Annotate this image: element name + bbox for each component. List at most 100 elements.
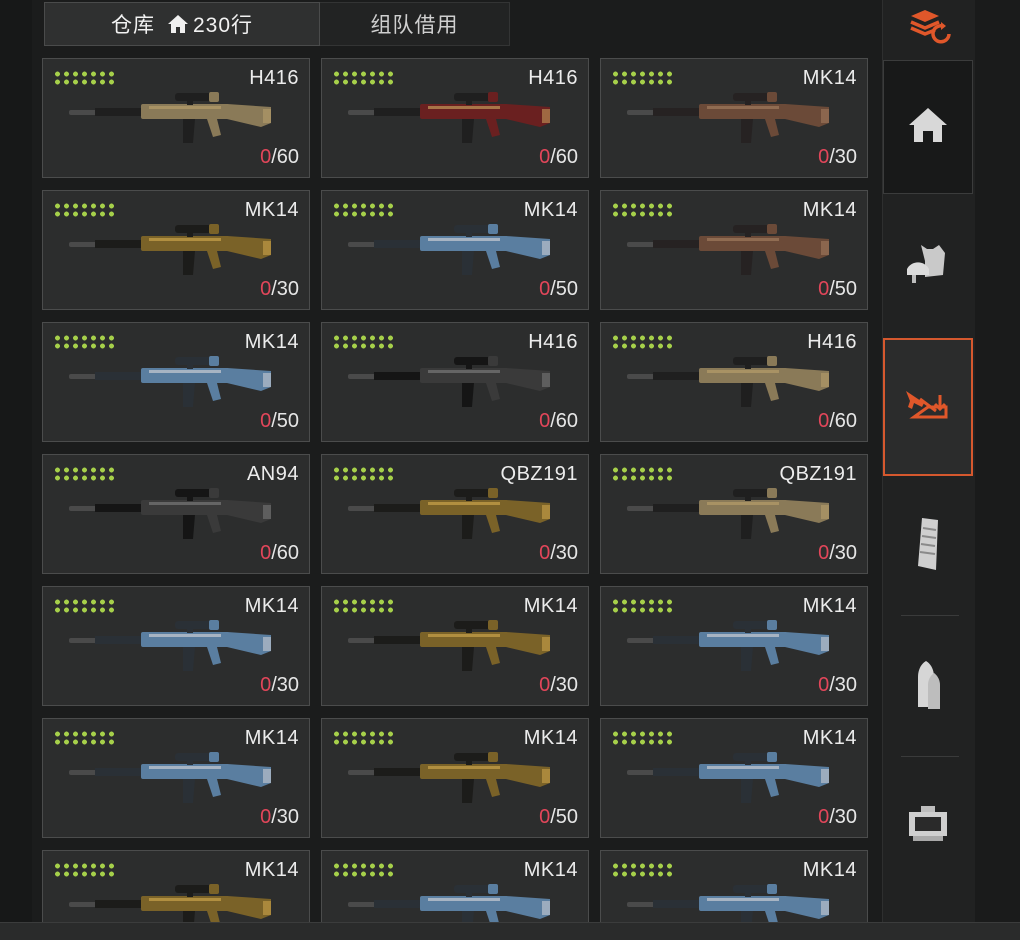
rifle-icon <box>623 483 849 549</box>
rifle-icon <box>623 219 849 285</box>
ammo-max: /30 <box>829 146 857 168</box>
sidebar-item-attachments[interactable] <box>883 760 973 890</box>
weapon-card[interactable]: MK14 0/30 <box>42 190 310 310</box>
tab-team-borrow-label: 组队借用 <box>370 14 459 37</box>
weapon-card[interactable]: MK14 0/30 <box>600 586 868 706</box>
layers-refresh-icon <box>905 7 953 52</box>
weapon-card[interactable]: MK14 0/30 <box>600 58 868 178</box>
ammo-current: 0 <box>539 278 551 300</box>
sidebar-item-magazines[interactable] <box>883 478 973 614</box>
ammo-max: /60 <box>550 410 578 432</box>
ammo-count: 0/50 <box>539 806 578 829</box>
durability-indicator <box>332 334 394 350</box>
rifle-icon <box>344 615 570 681</box>
red-dot-sight-icon <box>903 798 953 853</box>
weapon-card[interactable]: H416 0/60 <box>42 58 310 178</box>
magazine-icon <box>908 514 948 579</box>
ammo-count: 0/50 <box>260 410 299 433</box>
weapon-card[interactable]: H416 0/60 <box>321 322 589 442</box>
durability-indicator <box>611 202 673 218</box>
ammo-current: 0 <box>818 674 830 696</box>
home-icon <box>906 105 950 150</box>
durability-indicator <box>611 730 673 746</box>
ammo-max: /30 <box>829 806 857 828</box>
ammo-max: /30 <box>550 674 578 696</box>
rifle-icon <box>344 483 570 549</box>
tab-team-borrow[interactable]: 组队借用 <box>320 2 510 46</box>
sidebar-item-home[interactable] <box>883 60 973 194</box>
warehouse-tabs: 仓库 230行 组队借用 <box>44 2 510 46</box>
ammo-count: 0/30 <box>818 542 857 565</box>
ammo-current: 0 <box>260 410 272 432</box>
sidebar-item-ammo[interactable] <box>883 620 973 754</box>
rifle-icon <box>65 351 291 417</box>
sort-refresh-button[interactable] <box>883 0 975 58</box>
ammo-max: /50 <box>550 278 578 300</box>
ammo-count: 0/30 <box>818 806 857 829</box>
weapon-card[interactable]: MK14 0/30 <box>42 586 310 706</box>
ammo-current: 0 <box>818 542 830 564</box>
rifle-icon <box>65 483 291 549</box>
ammo-max: /30 <box>829 542 857 564</box>
ammo-max: /50 <box>550 806 578 828</box>
weapon-grid: H416 0/60 H416 0/60 MK14 0/30 MK14 0/30 MK14 0/50… <box>42 58 868 940</box>
rifle-icon <box>65 615 291 681</box>
ammo-count: 0/60 <box>260 146 299 169</box>
rifle-icon <box>65 219 291 285</box>
ammo-count: 0/30 <box>260 278 299 301</box>
rifle-icon <box>623 615 849 681</box>
durability-indicator <box>53 598 115 614</box>
ammo-max: /60 <box>829 410 857 432</box>
weapon-card[interactable]: AN94 0/60 <box>42 454 310 574</box>
ammo-max: /30 <box>271 278 299 300</box>
ammo-max: /30 <box>271 674 299 696</box>
durability-indicator <box>332 70 394 86</box>
weapon-card[interactable]: QBZ191 0/30 <box>321 454 589 574</box>
durability-indicator <box>53 466 115 482</box>
rifle-icon <box>623 747 849 813</box>
sidebar-divider <box>901 615 959 616</box>
warehouse-screen: 仓库 230行 组队借用 H416 0/60 H416 0/60 MK14 0/30 MK1… <box>0 0 1020 940</box>
weapon-card[interactable]: MK14 0/50 <box>321 718 589 838</box>
durability-indicator <box>611 862 673 878</box>
ammo-current: 0 <box>539 410 551 432</box>
ammo-current: 0 <box>260 542 272 564</box>
ammo-count: 0/50 <box>539 278 578 301</box>
tab-warehouse-label: 仓库 <box>110 14 155 37</box>
ammo-current: 0 <box>539 146 551 168</box>
tab-warehouse[interactable]: 仓库 230行 <box>44 2 320 46</box>
ammo-max: /60 <box>271 146 299 168</box>
ammo-count: 0/30 <box>539 542 578 565</box>
durability-indicator <box>53 334 115 350</box>
weapon-card[interactable]: MK14 0/30 <box>600 718 868 838</box>
ammo-count: 0/60 <box>818 410 857 433</box>
weapon-card[interactable]: MK14 0/50 <box>42 322 310 442</box>
weapon-card[interactable]: MK14 0/50 <box>321 190 589 310</box>
rifle-icon <box>344 351 570 417</box>
sidebar-item-armor[interactable] <box>883 196 973 336</box>
weapon-card[interactable]: MK14 0/30 <box>321 586 589 706</box>
sidebar-item-weapons[interactable] <box>883 338 973 476</box>
bullets-icon <box>908 655 948 720</box>
ammo-count: 0/30 <box>818 674 857 697</box>
durability-indicator <box>611 334 673 350</box>
weapon-card[interactable]: QBZ191 0/30 <box>600 454 868 574</box>
ammo-count: 0/30 <box>818 146 857 169</box>
ammo-max: /60 <box>271 542 299 564</box>
ammo-current: 0 <box>539 542 551 564</box>
durability-indicator <box>611 70 673 86</box>
weapon-card[interactable]: MK14 0/30 <box>42 718 310 838</box>
durability-indicator <box>332 730 394 746</box>
durability-indicator <box>332 466 394 482</box>
ammo-current: 0 <box>260 674 272 696</box>
ammo-count: 0/60 <box>260 542 299 565</box>
ammo-current: 0 <box>260 278 272 300</box>
durability-indicator <box>53 202 115 218</box>
weapon-card[interactable]: MK14 0/50 <box>600 190 868 310</box>
weapon-card[interactable]: H416 0/60 <box>321 58 589 178</box>
ammo-current: 0 <box>818 146 830 168</box>
weapon-card[interactable]: H416 0/60 <box>600 322 868 442</box>
warehouse-count: 230行 <box>192 14 254 37</box>
durability-indicator <box>53 70 115 86</box>
ammo-max: /50 <box>829 278 857 300</box>
